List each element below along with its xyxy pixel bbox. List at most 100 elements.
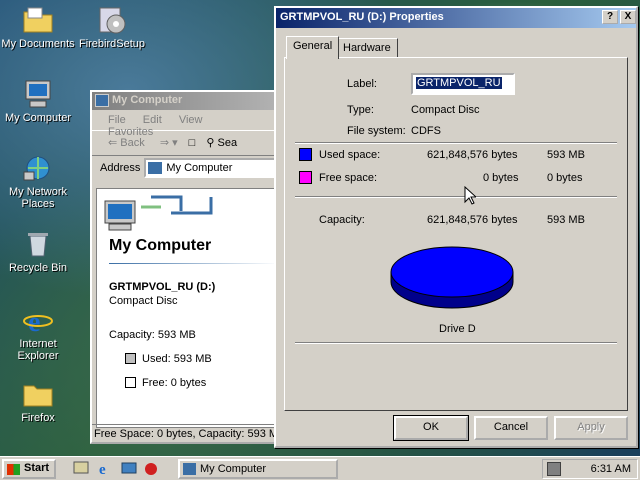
separator <box>295 342 617 344</box>
desktop-icon-my-network-places[interactable]: My Network Places <box>0 152 76 210</box>
desktop-icon-label: My Documents <box>1 38 75 50</box>
free-text: Free: 0 bytes <box>142 377 207 389</box>
up-folder-icon[interactable]: □ <box>189 137 196 149</box>
computer-icon <box>183 463 196 475</box>
menu-edit[interactable]: Edit <box>143 114 162 126</box>
explorer-menu-bar: File Edit View Favorites <box>92 110 288 138</box>
content-heading: My Computer <box>109 237 212 254</box>
desktop-icon-label: Internet Explorer <box>17 338 59 362</box>
computer-icon <box>148 162 163 174</box>
start-label: Start <box>24 462 50 474</box>
computer-icon <box>95 94 109 107</box>
drive-type: Compact Disc <box>109 295 178 307</box>
used-bytes: 621,848,576 bytes <box>427 149 518 161</box>
address-value: My Computer <box>166 162 233 174</box>
explorer-title-bar[interactable]: My Computer <box>92 92 288 110</box>
folder-icon <box>22 4 54 36</box>
desktop-icon-label: FirebirdSetup <box>78 38 146 50</box>
capacity-caption: Capacity: <box>319 214 365 226</box>
help-button[interactable]: ? <box>602 10 618 24</box>
desktop-icon-recycle-bin[interactable]: Recycle Bin <box>0 228 76 274</box>
free-color-swatch <box>299 171 312 184</box>
show-desktop-icon[interactable] <box>72 460 90 476</box>
desktop-icon-label: Recycle Bin <box>8 262 68 274</box>
label-input[interactable]: GRTMPVOL_RU <box>411 73 515 95</box>
used-color-swatch <box>299 148 312 161</box>
address-label: Address <box>100 162 141 174</box>
explorer-content: My Computer GRTMPVOL_RU (D:) Compact Dis… <box>96 188 282 428</box>
dialog-title: GRTMPVOL_RU (D:) Properties <box>280 11 444 23</box>
internet-explorer-icon[interactable]: e <box>96 460 114 478</box>
free-caption: Free space: <box>319 172 378 184</box>
drive-caption: Drive D <box>439 323 476 335</box>
tab-general[interactable]: General <box>286 36 340 59</box>
dialog-title-bar[interactable]: GRTMPVOL_RU (D:) Properties <box>276 8 636 28</box>
computer-banner-icon <box>101 193 221 240</box>
drive-name: GRTMPVOL_RU (D:) <box>109 281 216 293</box>
clock[interactable]: 6:31 AM <box>591 463 631 475</box>
general-panel: Label: GRTMPVOL_RU Type: Compact Disc Fi… <box>284 57 628 411</box>
explorer-title: My Computer <box>112 94 183 106</box>
start-button[interactable]: Start <box>2 459 56 479</box>
installer-icon <box>96 4 128 36</box>
desktop-icon-label: My Network Places <box>8 186 68 210</box>
ok-button[interactable]: OK <box>394 416 468 440</box>
outlook-express-icon[interactable] <box>120 460 138 476</box>
svg-text:e: e <box>28 307 40 336</box>
forward-arrow-icon[interactable]: ⇒ ▾ <box>160 137 178 149</box>
apply-button[interactable]: Apply <box>554 416 628 440</box>
capacity-text: Capacity: 593 MB <box>109 329 196 341</box>
capacity-bytes: 621,848,576 bytes <box>427 214 518 226</box>
free-legend: Free: 0 bytes <box>125 377 206 389</box>
used-mb: 593 MB <box>547 149 585 161</box>
my-computer-window[interactable]: My Computer File Edit View Favorites ⇐ B… <box>90 90 290 444</box>
desktop-icon-firebirdsetup[interactable]: FirebirdSetup <box>74 4 150 50</box>
desktop-icon-my-documents[interactable]: My Documents <box>0 4 76 50</box>
disk-usage-pie <box>390 246 514 309</box>
fs-value: CDFS <box>411 125 441 137</box>
close-button[interactable]: X <box>620 10 636 24</box>
capacity-mb: 593 MB <box>547 214 585 226</box>
status-bar: Free Space: 0 bytes, Capacity: 593 M <box>92 424 288 442</box>
label-value: GRTMPVOL_RU <box>416 77 502 89</box>
task-label: My Computer <box>200 463 267 475</box>
network-tray-icon[interactable] <box>547 462 561 476</box>
free-mb: 0 bytes <box>547 172 583 184</box>
label-caption: Label: <box>347 78 377 90</box>
computer-icon <box>22 78 54 110</box>
taskbar-button-my-computer[interactable]: My Computer <box>178 459 338 479</box>
fs-caption: File system: <box>347 125 406 137</box>
desktop-icon-my-computer[interactable]: My Computer <box>0 78 76 124</box>
internet-explorer-icon: e <box>22 304 54 338</box>
desktop-icon-label: My Computer <box>4 112 72 124</box>
menu-file[interactable]: File <box>108 114 126 126</box>
folder-icon <box>22 378 54 410</box>
heading-rule <box>109 263 279 264</box>
desktop-icon-internet-explorer[interactable]: e Internet Explorer <box>0 304 76 362</box>
back-arrow-icon: ⇐ <box>108 137 118 149</box>
windows-logo-icon <box>7 464 20 475</box>
separator <box>295 196 617 198</box>
used-text: Used: 593 MB <box>142 353 212 365</box>
desktop-icon-firefox[interactable]: Firefox <box>0 378 76 424</box>
network-icon <box>22 152 54 184</box>
tab-hardware[interactable]: Hardware <box>336 38 398 58</box>
separator <box>295 142 617 144</box>
svg-text:e: e <box>99 462 106 476</box>
free-swatch <box>125 377 136 388</box>
address-bar: Address My Computer <box>92 156 288 180</box>
used-legend: Used: 593 MB <box>125 353 212 365</box>
mouse-cursor-icon <box>464 186 476 205</box>
cancel-button[interactable]: Cancel <box>474 416 548 440</box>
back-button[interactable]: Back <box>120 137 144 149</box>
desktop-icon-label: Firefox <box>21 412 55 424</box>
free-bytes: 0 bytes <box>483 172 519 184</box>
menu-view[interactable]: View <box>179 114 203 126</box>
recycle-bin-icon <box>22 228 54 260</box>
properties-dialog[interactable]: GRTMPVOL_RU (D:) Properties ? X General … <box>274 6 638 448</box>
used-caption: Used space: <box>319 149 381 161</box>
system-tray: 6:31 AM <box>542 459 638 479</box>
firebird-icon[interactable] <box>142 460 160 476</box>
search-button[interactable]: Sea <box>218 137 238 149</box>
address-input[interactable]: My Computer <box>144 158 280 178</box>
